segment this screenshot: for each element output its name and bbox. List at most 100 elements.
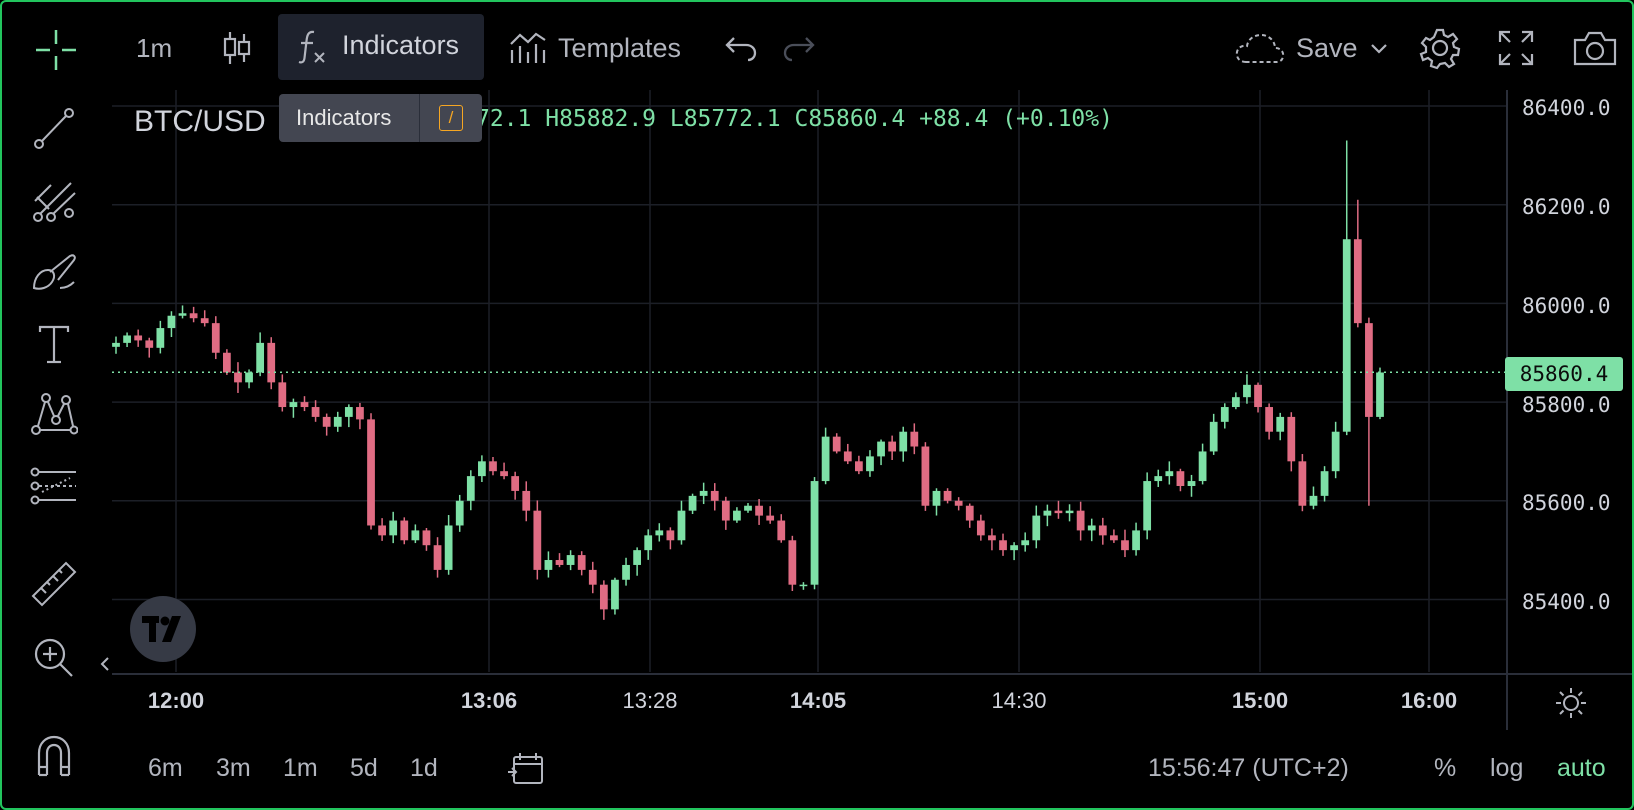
percent-toggle[interactable]: % xyxy=(1434,754,1456,783)
candle-body xyxy=(1365,323,1373,417)
candle-body xyxy=(710,490,719,501)
candle-body xyxy=(400,520,409,541)
range-1m-button[interactable]: 1m xyxy=(283,754,318,783)
candle-body xyxy=(1176,471,1185,486)
candle-body xyxy=(322,416,331,427)
auto-toggle[interactable]: auto xyxy=(1557,754,1606,783)
candle-body xyxy=(533,510,542,570)
time-label: 15:00 xyxy=(1231,688,1289,713)
candle-body xyxy=(877,441,885,457)
chart-widget: 1m Indicators Templates Save BTC/USD 72.… xyxy=(0,0,1634,810)
axis-settings-button[interactable] xyxy=(1554,686,1588,725)
price-label: 86400.0 xyxy=(1522,96,1611,120)
candle-body xyxy=(1342,239,1351,432)
candle-body xyxy=(721,500,730,521)
candle-body xyxy=(655,530,664,536)
candle-body xyxy=(1187,481,1196,486)
candle-body xyxy=(1198,451,1207,482)
clock-readout[interactable]: 15:56:47 (UTC+2) xyxy=(1148,754,1349,783)
candle-body xyxy=(311,407,320,417)
candle-body xyxy=(821,436,830,482)
price-label: 85400.0 xyxy=(1522,590,1611,614)
candle-body xyxy=(422,530,431,546)
tooltip-separator xyxy=(419,94,420,142)
candle-body xyxy=(289,402,298,408)
candle-body xyxy=(976,520,985,536)
candle-body xyxy=(1087,525,1096,531)
candle-body xyxy=(1231,397,1240,408)
candle-body xyxy=(766,515,775,521)
candle-body xyxy=(1165,471,1174,477)
price-label: 86200.0 xyxy=(1522,195,1611,219)
candle-body xyxy=(123,335,131,343)
candle-body xyxy=(666,530,675,541)
candle-body xyxy=(1220,407,1229,422)
range-1d-button[interactable]: 1d xyxy=(410,754,438,783)
candle-body xyxy=(744,505,752,511)
candle-body xyxy=(1154,476,1163,482)
candle-body xyxy=(888,441,897,452)
time-label: 14:30 xyxy=(991,688,1047,713)
candle-body xyxy=(854,461,863,472)
symbol-label[interactable]: BTC/USD xyxy=(134,105,266,139)
candle-body xyxy=(378,525,386,536)
candle-body xyxy=(588,569,597,585)
candle-body xyxy=(1065,510,1074,514)
candle-body xyxy=(511,476,520,491)
go-to-date-button[interactable] xyxy=(506,752,544,791)
candle-body xyxy=(965,505,974,521)
candle-body xyxy=(1132,530,1140,551)
price-label: 86000.0 xyxy=(1522,294,1611,318)
candle-body xyxy=(1376,372,1384,417)
candle-body xyxy=(544,560,553,570)
candle-body xyxy=(211,323,220,353)
sun-icon xyxy=(1556,688,1586,718)
candle-body xyxy=(566,555,575,565)
range-3m-button[interactable]: 3m xyxy=(216,754,251,783)
candle-body xyxy=(178,313,187,316)
candle-body xyxy=(943,490,952,501)
candle-body xyxy=(599,584,608,610)
candle-body xyxy=(1265,407,1274,432)
price-label: 85600.0 xyxy=(1522,491,1611,515)
candle-body xyxy=(1287,416,1296,462)
candle-body xyxy=(267,342,276,383)
candle-body xyxy=(677,510,686,541)
time-label: 14:05 xyxy=(789,688,847,713)
candle-body xyxy=(189,313,198,319)
candle-body xyxy=(478,461,486,477)
time-label: 16:00 xyxy=(1400,688,1458,713)
candle-body xyxy=(333,416,342,427)
candle-body xyxy=(1010,545,1018,551)
range-5d-button[interactable]: 5d xyxy=(350,754,378,783)
candle-body xyxy=(810,481,819,585)
candle-body xyxy=(1110,535,1118,541)
log-toggle[interactable]: log xyxy=(1490,754,1523,783)
candle-body xyxy=(455,500,464,526)
candle-body xyxy=(899,431,908,452)
time-label: 12:00 xyxy=(147,688,205,713)
candle-body xyxy=(1076,510,1085,531)
candle-body xyxy=(1353,239,1362,324)
candle-body xyxy=(954,500,963,506)
candle-body xyxy=(356,407,364,420)
candle-body xyxy=(522,490,531,511)
candle-body xyxy=(167,315,176,329)
candle-body xyxy=(733,510,741,521)
candle-body xyxy=(1021,540,1030,546)
candle-body xyxy=(866,456,874,472)
tv-logo-icon xyxy=(142,616,181,642)
candle-body xyxy=(699,490,708,496)
chart-legend: BTC/USD xyxy=(134,102,266,142)
candles xyxy=(112,140,1384,620)
candle-body xyxy=(1143,481,1152,531)
candle-body xyxy=(577,555,586,570)
candle-body xyxy=(256,342,265,373)
range-6m-button[interactable]: 6m xyxy=(148,754,183,783)
candle-body xyxy=(444,525,453,570)
candle-body xyxy=(1209,421,1218,452)
candle-body xyxy=(245,372,253,383)
ohlc-values: 72.1 H85882.9 L85772.1 C85860.4 +88.4 (+… xyxy=(476,106,1113,132)
candle-body xyxy=(1298,461,1307,506)
candle-body xyxy=(278,382,287,408)
